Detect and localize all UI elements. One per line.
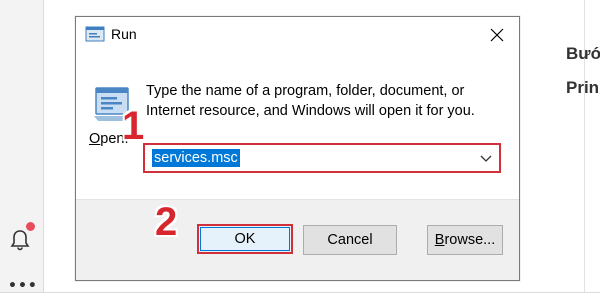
article-heading-2: Prin: [566, 78, 600, 97]
ok-button[interactable]: OK: [197, 224, 293, 254]
chevron-down-icon[interactable]: [479, 151, 493, 165]
run-app-icon: [85, 26, 105, 42]
open-input-value[interactable]: services.msc: [152, 149, 240, 167]
notification-badge: [26, 222, 35, 231]
browse-label: rowse...: [444, 232, 496, 248]
bell-icon[interactable]: [8, 228, 32, 252]
browse-mnemonic: B: [434, 232, 445, 248]
dialog-title: Run: [111, 26, 137, 42]
page-bottom-edge: [0, 292, 600, 300]
left-sidebar: [0, 0, 44, 300]
browse-button[interactable]: Browse...: [427, 225, 503, 255]
article-heading-1: Bướ: [566, 44, 600, 63]
open-label-mnemonic: O: [89, 131, 101, 147]
page-top-edge: [44, 0, 584, 6]
cancel-button[interactable]: Cancel: [303, 225, 397, 255]
step-2-marker: 2: [155, 200, 178, 244]
close-icon: [490, 28, 504, 42]
title-bar: Run: [76, 17, 519, 53]
more-icon[interactable]: •••: [8, 278, 38, 294]
close-button[interactable]: [483, 21, 511, 49]
dialog-description: Type the name of a program, folder, docu…: [146, 83, 475, 119]
open-combobox[interactable]: services.msc: [143, 143, 501, 173]
page-gutter: [44, 0, 60, 300]
step-1-marker: 1: [122, 104, 145, 148]
open-input-wrapper[interactable]: services.msc: [152, 149, 240, 167]
ok-button-label: OK: [200, 227, 290, 251]
